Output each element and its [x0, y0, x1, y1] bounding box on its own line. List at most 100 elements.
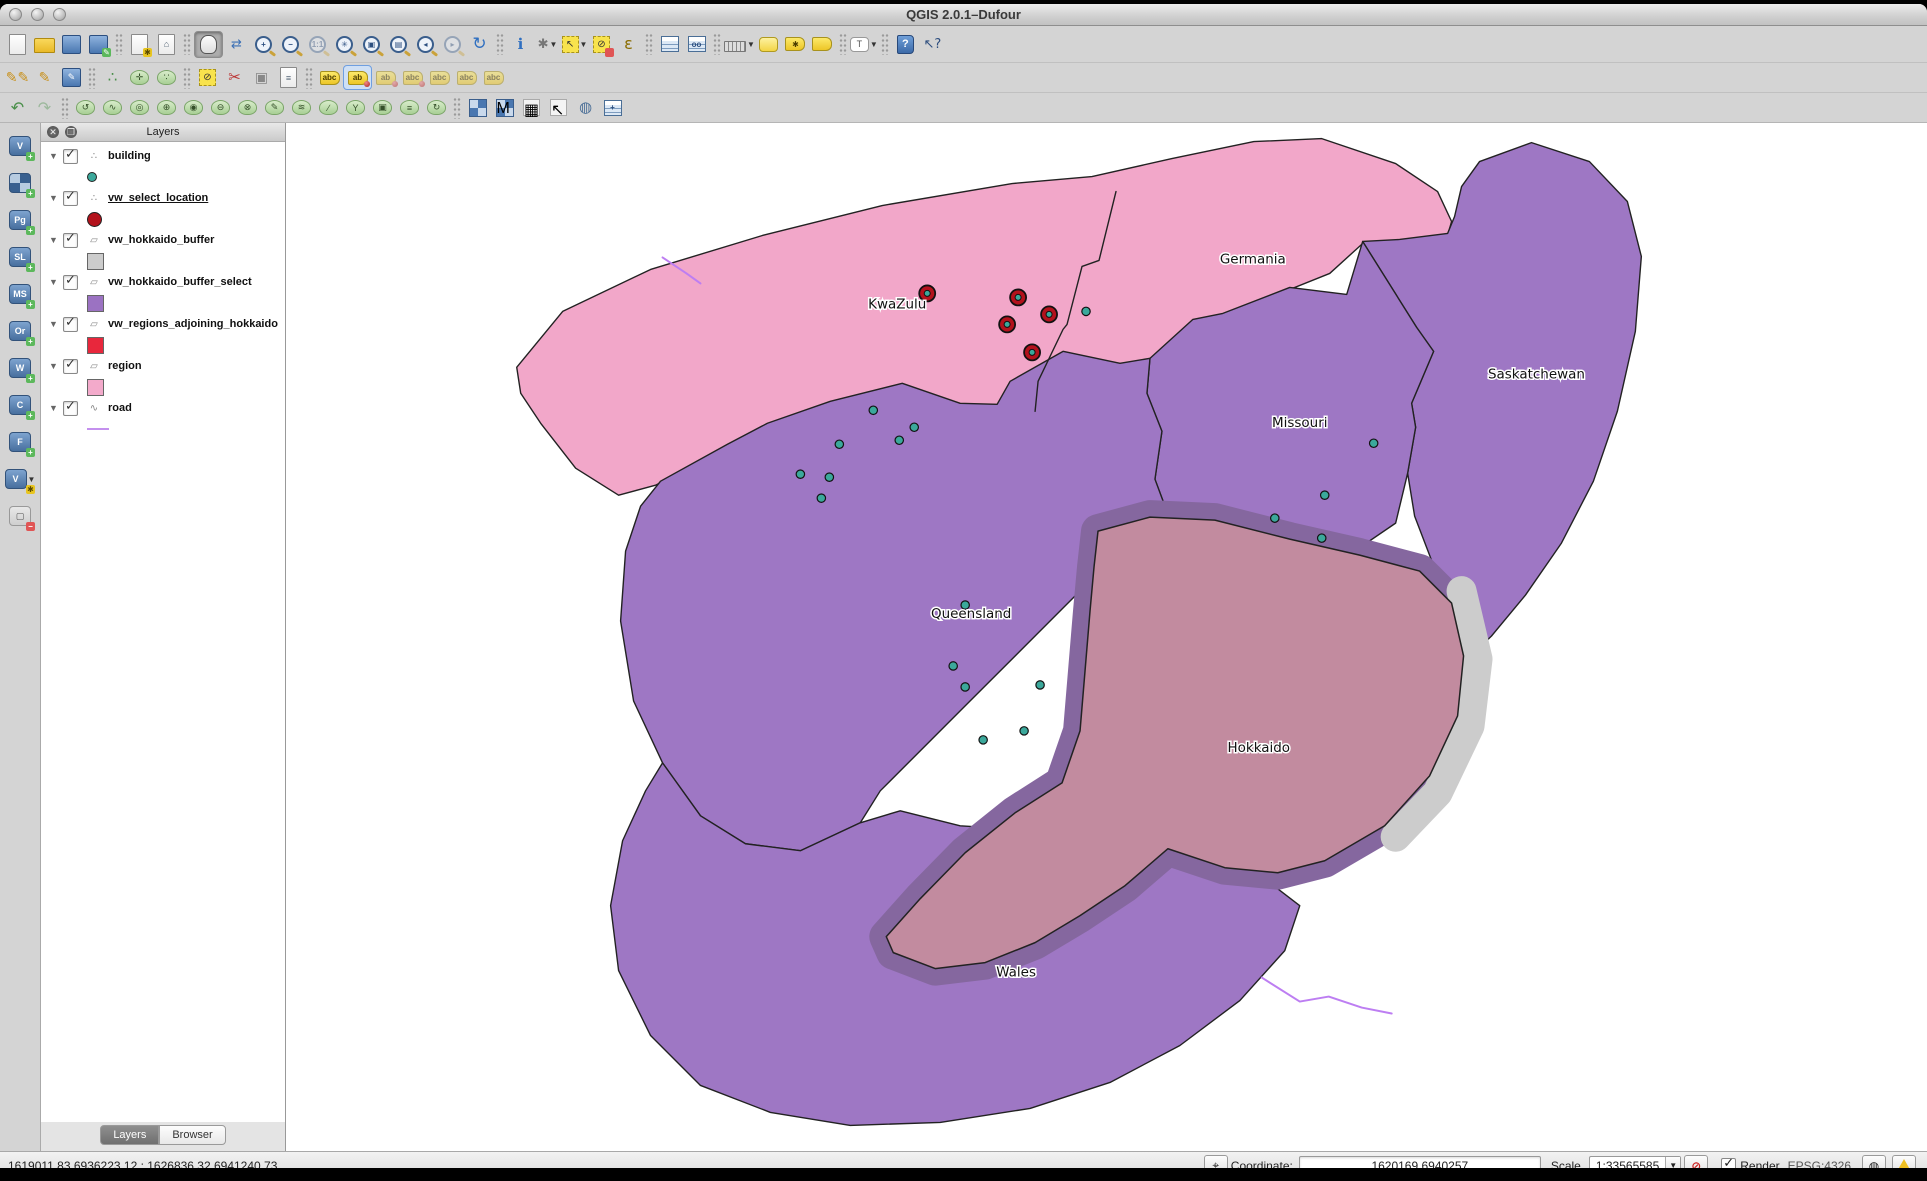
layer-item-road[interactable]: ▼∿road: [41, 398, 285, 418]
layer-item-vw_regions_adjoining_hokkaido[interactable]: ▼▱vw_regions_adjoining_hokkaido: [41, 314, 285, 334]
refresh-map-icon[interactable]: ↻: [466, 32, 493, 57]
offset-curve-icon[interactable]: ≋: [288, 96, 315, 119]
building-point[interactable]: [1271, 514, 1279, 522]
selected-location-point[interactable]: [1041, 306, 1057, 322]
open-attribute-table-icon[interactable]: [656, 32, 683, 57]
zoom-in-icon[interactable]: +: [250, 32, 277, 57]
render-checkbox[interactable]: [1721, 1158, 1736, 1168]
zoom-last-icon[interactable]: ◂: [412, 32, 439, 57]
layer-name[interactable]: building: [108, 150, 151, 162]
raster-tool-icon[interactable]: [464, 96, 491, 119]
simplify-feature-icon[interactable]: ∿: [99, 96, 126, 119]
new-project-icon[interactable]: [4, 32, 31, 57]
new-shapefile-layer-dropdown-icon[interactable]: ▼: [28, 475, 36, 484]
building-point[interactable]: [910, 423, 918, 431]
delete-selected-icon[interactable]: ⊘: [194, 66, 221, 89]
add-wcs-layer-icon[interactable]: C+: [4, 390, 36, 420]
select-by-expression-icon[interactable]: ε: [615, 32, 642, 57]
toggle-editing-icon[interactable]: ✎: [31, 66, 58, 89]
new-print-composer-icon[interactable]: ✱: [126, 32, 153, 57]
layer-visibility-checkbox[interactable]: [63, 359, 78, 374]
table-add-tool-icon[interactable]: +: [599, 96, 626, 119]
layer-item-vw_hokkaido_buffer[interactable]: ▼▱vw_hokkaido_buffer: [41, 230, 285, 250]
expand-triangle-icon[interactable]: ▼: [49, 361, 63, 371]
rotate-point-symbols-icon[interactable]: ↻: [423, 96, 450, 119]
select-features-dropdown-icon[interactable]: ▼: [580, 40, 588, 49]
building-point[interactable]: [1082, 307, 1090, 315]
current-edits-icon[interactable]: ✎✎: [4, 66, 31, 89]
add-wms-layer-icon[interactable]: W+: [4, 353, 36, 383]
add-postgis-layer-icon[interactable]: Pg+: [4, 205, 36, 235]
road-southeast[interactable]: [1262, 978, 1392, 1014]
add-feature-icon[interactable]: ∴: [99, 66, 126, 89]
add-part-icon[interactable]: ⊕: [153, 96, 180, 119]
save-layer-edits-icon[interactable]: ✎: [58, 66, 85, 89]
zoom-out-icon[interactable]: −: [277, 32, 304, 57]
label-properties-icon[interactable]: abc: [480, 66, 507, 89]
new-shapefile-layer-icon[interactable]: V✱▼: [4, 464, 36, 494]
building-point[interactable]: [869, 406, 877, 414]
layer-name[interactable]: vw_hokkaido_buffer_select: [108, 276, 252, 288]
expand-triangle-icon[interactable]: ▼: [49, 151, 63, 161]
building-point[interactable]: [961, 683, 969, 691]
layer-visibility-checkbox[interactable]: [63, 401, 78, 416]
mouse-tracking-icon[interactable]: ⌖: [1204, 1155, 1228, 1169]
expand-triangle-icon[interactable]: ▼: [49, 277, 63, 287]
coordinate-input[interactable]: 1620169,6940257: [1299, 1156, 1541, 1169]
building-point[interactable]: [817, 494, 825, 502]
delete-part-icon[interactable]: ⊗: [234, 96, 261, 119]
layer-name[interactable]: road: [108, 402, 132, 414]
run-feature-action-icon[interactable]: ✱▼: [534, 32, 561, 57]
zoom-full-extent-icon[interactable]: ✳: [331, 32, 358, 57]
map-tips-icon[interactable]: [755, 32, 782, 57]
redo-icon[interactable]: ↷: [31, 96, 58, 119]
label-pin-unpin-icon[interactable]: ab: [343, 65, 372, 90]
text-annotation-icon[interactable]: T▼: [850, 32, 878, 57]
whats-this-icon[interactable]: ↖?: [919, 32, 946, 57]
layer-visibility-checkbox[interactable]: [63, 233, 78, 248]
field-calculator-icon[interactable]: oo: [683, 32, 710, 57]
expand-triangle-icon[interactable]: ▼: [49, 235, 63, 245]
node-tool-icon[interactable]: ∵: [153, 66, 180, 89]
label-highlight-pinned-icon[interactable]: ab: [372, 66, 399, 89]
zoom-to-selection-icon[interactable]: ▣: [358, 32, 385, 57]
new-bookmark-icon[interactable]: ✱: [782, 32, 809, 57]
expand-triangle-icon[interactable]: ▼: [49, 319, 63, 329]
composer-manager-icon[interactable]: ⌂: [153, 32, 180, 57]
label-change-icon[interactable]: abc: [453, 66, 480, 89]
merge-attributes-icon[interactable]: ≡: [396, 96, 423, 119]
open-project-icon[interactable]: [31, 32, 58, 57]
paste-features-icon[interactable]: ≡: [275, 66, 302, 89]
copy-features-icon[interactable]: ▣: [248, 66, 275, 89]
layer-item-vw_hokkaido_buffer_select[interactable]: ▼▱vw_hokkaido_buffer_select: [41, 272, 285, 292]
georeferencer-tool-icon[interactable]: M: [491, 96, 518, 119]
split-parts-icon[interactable]: Y: [342, 96, 369, 119]
layer-name[interactable]: vw_regions_adjoining_hokkaido: [108, 318, 278, 330]
globe-tool-icon[interactable]: ◍: [572, 96, 599, 119]
save-project-icon[interactable]: [58, 32, 85, 57]
measure-line-dropdown-icon[interactable]: ▼: [747, 40, 755, 49]
panel-tab-layers[interactable]: Layers: [100, 1125, 159, 1145]
add-mssql-layer-icon[interactable]: MS+: [4, 279, 36, 309]
add-spatialite-layer-icon[interactable]: SL+: [4, 242, 36, 272]
select-features-icon[interactable]: ↖▼: [561, 32, 588, 57]
grid-edit-tool-icon[interactable]: ▦: [518, 96, 545, 119]
layer-name[interactable]: vw_select_location: [108, 192, 208, 204]
zoom-native-icon[interactable]: 1:1: [304, 32, 331, 57]
stop-render-icon[interactable]: ⊘: [1684, 1155, 1708, 1169]
measure-line-icon[interactable]: ▼: [724, 32, 755, 57]
zoom-next-icon[interactable]: ▸: [439, 32, 466, 57]
selected-location-point[interactable]: [999, 316, 1015, 332]
delete-ring-icon[interactable]: ⊖: [207, 96, 234, 119]
expand-triangle-icon[interactable]: ▼: [49, 403, 63, 413]
layer-item-region[interactable]: ▼▱region: [41, 356, 285, 376]
building-point[interactable]: [1369, 439, 1377, 447]
scale-dropdown-icon[interactable]: ▼: [1665, 1157, 1680, 1169]
rotate-feature-icon[interactable]: ↺: [72, 96, 99, 119]
layer-item-building[interactable]: ▼∴building: [41, 146, 285, 166]
message-log-icon[interactable]: [1892, 1155, 1916, 1169]
layer-visibility-checkbox[interactable]: [63, 317, 78, 332]
save-project-as-icon[interactable]: ✎: [85, 32, 112, 57]
identify-features-icon[interactable]: ℹ: [507, 32, 534, 57]
layer-name[interactable]: region: [108, 360, 142, 372]
